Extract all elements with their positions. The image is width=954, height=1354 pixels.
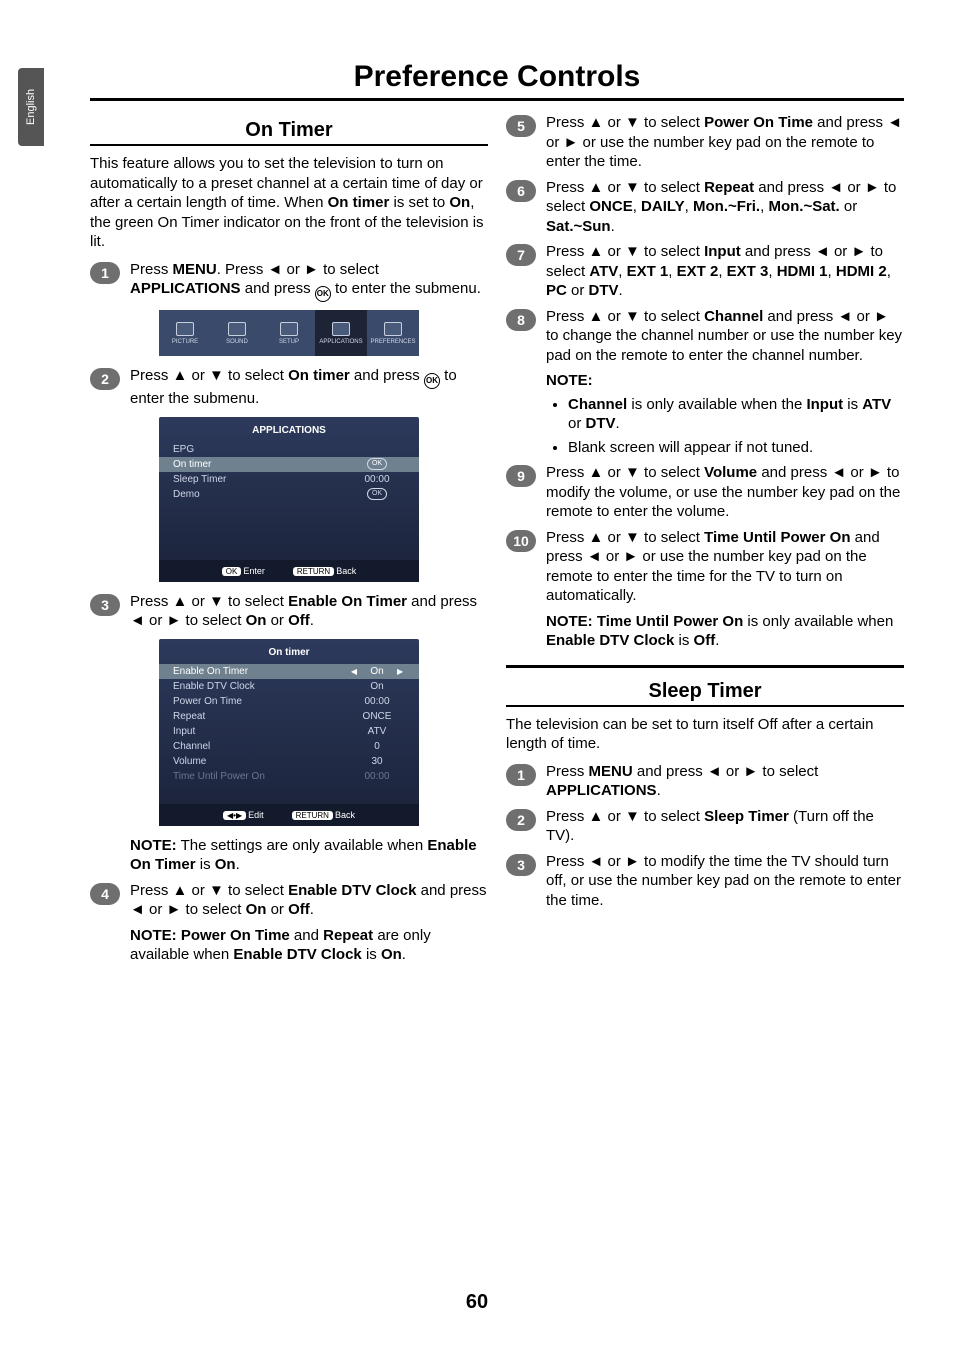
section-on-timer: On Timer bbox=[90, 119, 488, 142]
sleep-step-badge-2: 2 bbox=[506, 809, 536, 831]
step-badge-5: 5 bbox=[506, 115, 536, 137]
sleep-step-3: Press ◄ or ► to modify the time the TV s… bbox=[546, 852, 904, 911]
right-column: 5 Press ▲ or ▼ to select Power On Time a… bbox=[506, 113, 904, 971]
step-6: Press ▲ or ▼ to select Repeat and press … bbox=[546, 178, 904, 237]
step-badge-3: 3 bbox=[90, 594, 120, 616]
sleep-step-badge-1: 1 bbox=[506, 764, 536, 786]
step-2: Press ▲ or ▼ to select On timer and pres… bbox=[130, 366, 488, 409]
step-badge-10: 10 bbox=[506, 530, 536, 552]
on-timer-panel: On timerEnable On Timer◀On▶Enable DTV Cl… bbox=[159, 639, 419, 826]
step-badge-2: 2 bbox=[90, 368, 120, 390]
section-rule bbox=[90, 144, 488, 146]
note-bullet-1: Channel is only available when the Input… bbox=[568, 395, 904, 434]
step-3-note: NOTE: The settings are only available wh… bbox=[130, 836, 488, 875]
menu-cell-setup: SETUP bbox=[263, 310, 315, 356]
step-badge-8: 8 bbox=[506, 309, 536, 331]
page-title: Preference Controls bbox=[90, 60, 904, 94]
step-10-note: NOTE: Time Until Power On is only availa… bbox=[546, 612, 904, 651]
step-badge-7: 7 bbox=[506, 244, 536, 266]
step-badge-1: 1 bbox=[90, 262, 120, 284]
step-4: Press ▲ or ▼ to select Enable DTV Clock … bbox=[130, 881, 488, 965]
step-badge-6: 6 bbox=[506, 180, 536, 202]
menu-cell-preferences: PREFERENCES bbox=[367, 310, 419, 356]
step-badge-4: 4 bbox=[90, 883, 120, 905]
note-bullet-2: Blank screen will appear if not tuned. bbox=[568, 438, 904, 458]
step-8: Press ▲ or ▼ to select Channel and press… bbox=[546, 307, 904, 366]
step-10: Press ▲ or ▼ to select Time Until Power … bbox=[546, 528, 904, 651]
step-5: Press ▲ or ▼ to select Power On Time and… bbox=[546, 113, 904, 172]
page-number: 60 bbox=[0, 1291, 954, 1314]
title-rule bbox=[90, 98, 904, 101]
menu-strip-image: PICTURESOUNDSETUPAPPLICATIONSPREFERENCES bbox=[159, 310, 419, 356]
left-column: On Timer This feature allows you to set … bbox=[90, 113, 488, 971]
step-7: Press ▲ or ▼ to select Input and press ◄… bbox=[546, 242, 904, 301]
step-9: Press ▲ or ▼ to select Volume and press … bbox=[546, 463, 904, 522]
menu-cell-applications: APPLICATIONS bbox=[315, 310, 367, 356]
section-sleep-timer: Sleep Timer bbox=[506, 680, 904, 703]
step-badge-9: 9 bbox=[506, 465, 536, 487]
step-3: Press ▲ or ▼ to select Enable On Timer a… bbox=[130, 592, 488, 631]
sleep-step-badge-3: 3 bbox=[506, 854, 536, 876]
menu-cell-sound: SOUND bbox=[211, 310, 263, 356]
sleep-step-1: Press MENU and press ◄ or ► to select AP… bbox=[546, 762, 904, 801]
applications-panel: APPLICATIONSEPGOn timerOKSleep Timer00:0… bbox=[159, 417, 419, 582]
sleep-step-2: Press ▲ or ▼ to select Sleep Timer (Turn… bbox=[546, 807, 904, 846]
language-tab: English bbox=[18, 68, 44, 146]
on-timer-lead: This feature allows you to set the telev… bbox=[90, 154, 488, 252]
sleep-timer-lead: The television can be set to turn itself… bbox=[506, 715, 904, 754]
step-4-note: NOTE: Power On Time and Repeat are only … bbox=[130, 926, 488, 965]
menu-cell-picture: PICTURE bbox=[159, 310, 211, 356]
section-rule-2 bbox=[506, 705, 904, 707]
divider bbox=[506, 665, 904, 668]
step-1: Press MENU. Press ◄ or ► to select APPLI… bbox=[130, 260, 488, 303]
channel-note: NOTE: Channel is only available when the… bbox=[546, 371, 904, 457]
